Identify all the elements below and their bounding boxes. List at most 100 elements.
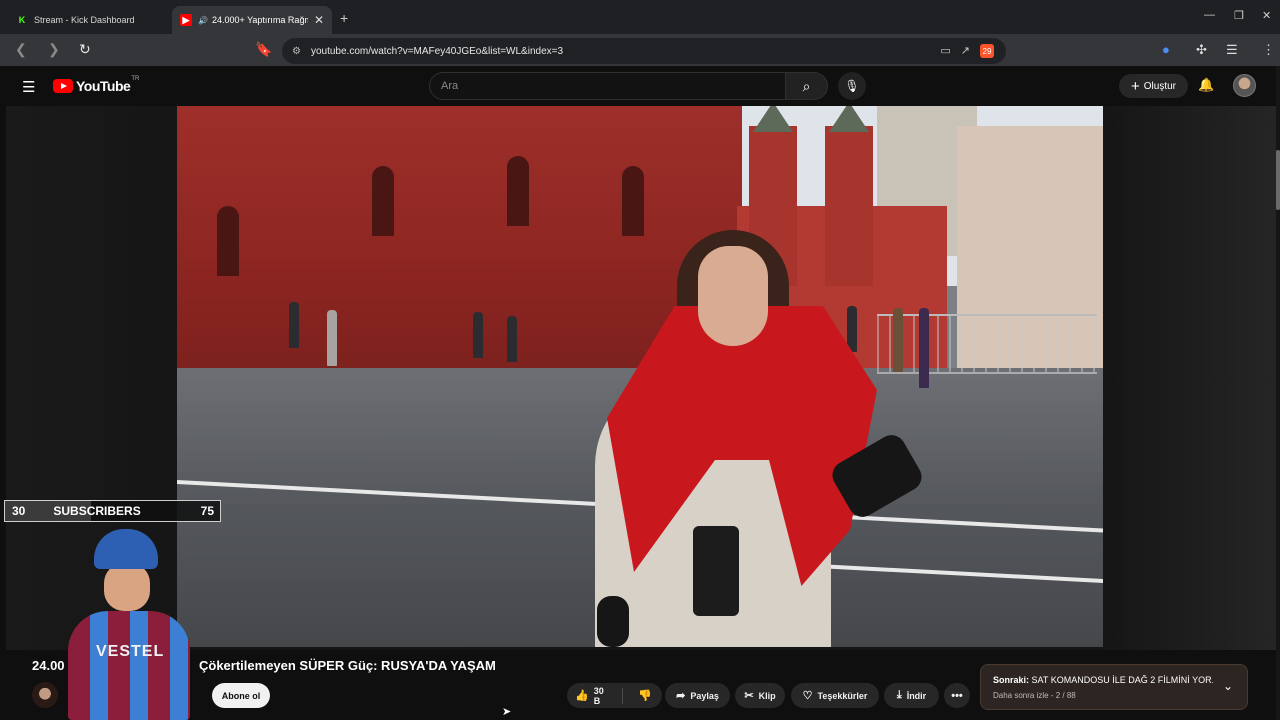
subscribe-label: Abone ol: [221, 690, 261, 701]
extension-icon[interactable]: ●: [1162, 42, 1170, 57]
plus-icon: +: [1131, 77, 1140, 95]
browser-toolbar: ❮ ❯ ↻ 🔖 ⚙ youtube.com/watch?v=MAFey40JGE…: [0, 34, 1280, 66]
share-icon[interactable]: ↗: [961, 44, 970, 58]
webcam-bucket-hat: [94, 529, 158, 569]
scissors-icon: ✂: [744, 690, 754, 702]
youtube-play-icon: [53, 79, 73, 93]
brave-shield-icon[interactable]: 29: [980, 44, 994, 58]
tab-youtube-video[interactable]: ▶ 🔊 24.000+ Yaptırıma Rağmen ✕: [172, 6, 332, 34]
logo-text: YouTube: [76, 78, 131, 94]
more-actions-button[interactable]: •••: [944, 683, 970, 708]
video-pedestrian: [327, 310, 337, 366]
download-icon: ⤓: [896, 689, 902, 701]
clip-button[interactable]: ✂ Klip: [735, 683, 785, 708]
youtube-logo[interactable]: YouTube TR: [53, 76, 140, 94]
video-player[interactable]: [177, 106, 1103, 647]
chevron-down-icon[interactable]: ⌄: [1223, 679, 1233, 693]
video-presenter-face: [698, 246, 768, 346]
up-next-card[interactable]: Sonraki: SAT KOMANDOSU İLE DAĞ 2 FİLMİNİ…: [980, 664, 1248, 710]
browser-tab-strip: K Stream - Kick Dashboard ▶ 🔊 24.000+ Ya…: [0, 0, 1280, 34]
webcam-shirt-text: VESTEL: [96, 643, 165, 660]
thanks-button[interactable]: ♡ Teşekkürler: [791, 683, 879, 708]
download-label: İndir: [906, 690, 927, 701]
url-text: youtube.com/watch?v=MAFey40JGEo&list=WL&…: [310, 45, 564, 57]
voice-search-button[interactable]: 🎙: [838, 72, 866, 100]
search-button[interactable]: ⌕: [786, 72, 828, 100]
playlist-icon[interactable]: ☰: [1226, 42, 1238, 58]
minimize-icon[interactable]: —: [1204, 9, 1215, 21]
webcam-shirt: [68, 611, 190, 720]
account-avatar[interactable]: [1233, 74, 1256, 97]
new-tab-button[interactable]: +: [340, 10, 348, 26]
up-next-line: Sonraki: SAT KOMANDOSU İLE DAĞ 2 FİLMİNİ…: [993, 675, 1213, 685]
extensions-puzzle-icon[interactable]: ✣: [1196, 42, 1207, 58]
subscriber-goal: 75: [200, 504, 214, 518]
channel-avatar[interactable]: [32, 682, 58, 708]
cast-icon[interactable]: ▭: [940, 44, 950, 58]
video-pedestrian: [847, 306, 857, 352]
create-label: Oluştur: [1143, 80, 1176, 92]
restore-icon[interactable]: ❐: [1234, 9, 1244, 22]
notifications-bell-icon[interactable]: 🔔: [1198, 77, 1214, 93]
video-camera: [693, 526, 739, 616]
brave-badge: 29: [982, 46, 992, 56]
video-tower-right: [825, 106, 873, 286]
bookmark-icon[interactable]: 🔖: [255, 41, 272, 58]
video-title-prefix: 24.00: [32, 658, 65, 673]
webcam-face: [104, 563, 150, 611]
microphone-icon: 🎙: [844, 79, 860, 93]
youtube-icon: ▶: [180, 14, 192, 26]
up-next-label: Sonraki:: [993, 675, 1030, 685]
close-tab-icon[interactable]: ✕: [314, 13, 324, 27]
kick-icon: K: [16, 14, 28, 26]
subscriber-count: 30: [12, 504, 26, 518]
subscribe-button[interactable]: Abone ol: [212, 683, 270, 708]
download-button[interactable]: ⤓ İndir: [884, 683, 939, 708]
video-title: Çökertilemeyen SÜPER Güç: RUSYA'DA YAŞAM: [199, 658, 496, 673]
video-pedestrian: [289, 302, 299, 348]
streamer-webcam: VESTEL: [58, 525, 198, 720]
back-icon[interactable]: ❮: [15, 41, 27, 58]
forward-icon[interactable]: ❯: [48, 41, 60, 58]
like-dislike-group: 👍 30 B 👎: [567, 683, 662, 708]
search-input[interactable]: Ara: [429, 72, 786, 100]
subscriber-goal-bar: 30 SUBSCRIBERS 75: [4, 500, 221, 522]
share-button[interactable]: ➦ Paylaş: [665, 683, 730, 708]
speaker-icon[interactable]: 🔊: [198, 16, 208, 25]
clip-label: Klip: [758, 690, 776, 701]
address-bar[interactable]: ⚙ youtube.com/watch?v=MAFey40JGEo&list=W…: [282, 38, 1006, 64]
more-horizontal-icon: •••: [951, 689, 963, 702]
thanks-label: Teşekkürler: [817, 690, 868, 701]
share-arrow-icon: ➦: [676, 690, 686, 702]
like-count: 30 B: [593, 685, 604, 706]
up-next-title: SAT KOMANDOSU İLE DAĞ 2 FİLMİNİ YOR...: [1031, 675, 1213, 685]
create-button[interactable]: + Oluştur: [1119, 74, 1188, 98]
video-fence: [877, 314, 1097, 374]
page-scrollbar-thumb[interactable]: [1276, 150, 1280, 210]
thumbs-up-icon: 👍: [575, 690, 589, 702]
search-placeholder: Ara: [441, 80, 459, 92]
tab-title: Stream - Kick Dashboard: [34, 15, 135, 25]
video-pedestrian: [473, 312, 483, 358]
video-glove: [597, 596, 629, 647]
share-label: Paylaş: [690, 690, 719, 701]
site-info-icon[interactable]: ⚙: [292, 46, 301, 57]
thumbs-down-icon: 👎: [638, 690, 652, 702]
youtube-header: ☰ YouTube TR Ara ⌕ 🎙 + Oluştur 🔔: [0, 66, 1280, 106]
video-pedestrian: [507, 316, 517, 362]
close-window-icon[interactable]: ✕: [1262, 9, 1271, 22]
reload-icon[interactable]: ↻: [79, 41, 91, 58]
like-button[interactable]: 👍 30 B: [567, 685, 624, 706]
tab-title: 24.000+ Yaptırıma Rağmen: [211, 15, 308, 25]
subscriber-label: SUBSCRIBERS: [53, 504, 141, 518]
search-icon: ⌕: [802, 77, 811, 94]
video-pedestrian: [919, 308, 929, 388]
menu-kebab-icon[interactable]: ⋮: [1262, 42, 1275, 58]
hamburger-menu-icon[interactable]: ☰: [22, 78, 35, 96]
up-next-playlist: Daha sonra izle - 2 / 88: [993, 691, 1076, 700]
super-thanks-icon: ♡: [802, 690, 813, 702]
region-code: TR: [131, 76, 140, 82]
tab-kick-dashboard[interactable]: K Stream - Kick Dashboard: [8, 6, 168, 34]
dislike-button[interactable]: 👎: [628, 689, 662, 702]
mouse-cursor-icon: ➤: [502, 706, 512, 718]
